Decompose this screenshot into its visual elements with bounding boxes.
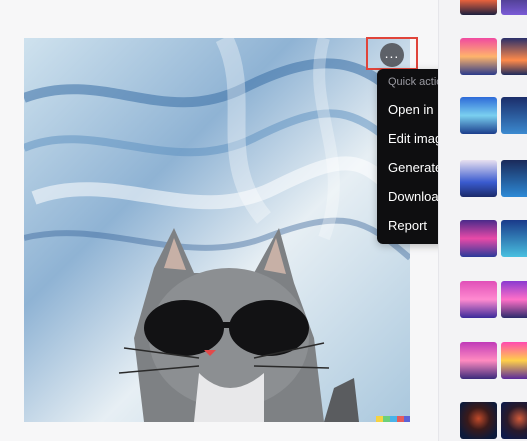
thumbnail[interactable]: [501, 281, 527, 318]
thumbnail[interactable]: [460, 342, 497, 379]
history-sidebar: [439, 0, 527, 441]
thumbnail[interactable]: [460, 160, 497, 197]
thumbnail[interactable]: [501, 0, 527, 15]
thumbnail[interactable]: [501, 342, 527, 379]
thumbnail[interactable]: [501, 402, 527, 439]
thumbnail[interactable]: [460, 0, 497, 15]
thumbnail[interactable]: [501, 97, 527, 134]
thumbnail[interactable]: [501, 38, 527, 75]
thumbnail[interactable]: [501, 160, 527, 197]
thumbnail[interactable]: [501, 220, 527, 257]
thumbnail[interactable]: [460, 38, 497, 75]
thumbnail[interactable]: [460, 402, 497, 439]
thumbnail[interactable]: [460, 281, 497, 318]
main-image-area: ... Quick actions Open in new tab Edit i…: [0, 0, 515, 441]
thumbnail[interactable]: [460, 220, 497, 257]
thumbnail[interactable]: [460, 97, 497, 134]
